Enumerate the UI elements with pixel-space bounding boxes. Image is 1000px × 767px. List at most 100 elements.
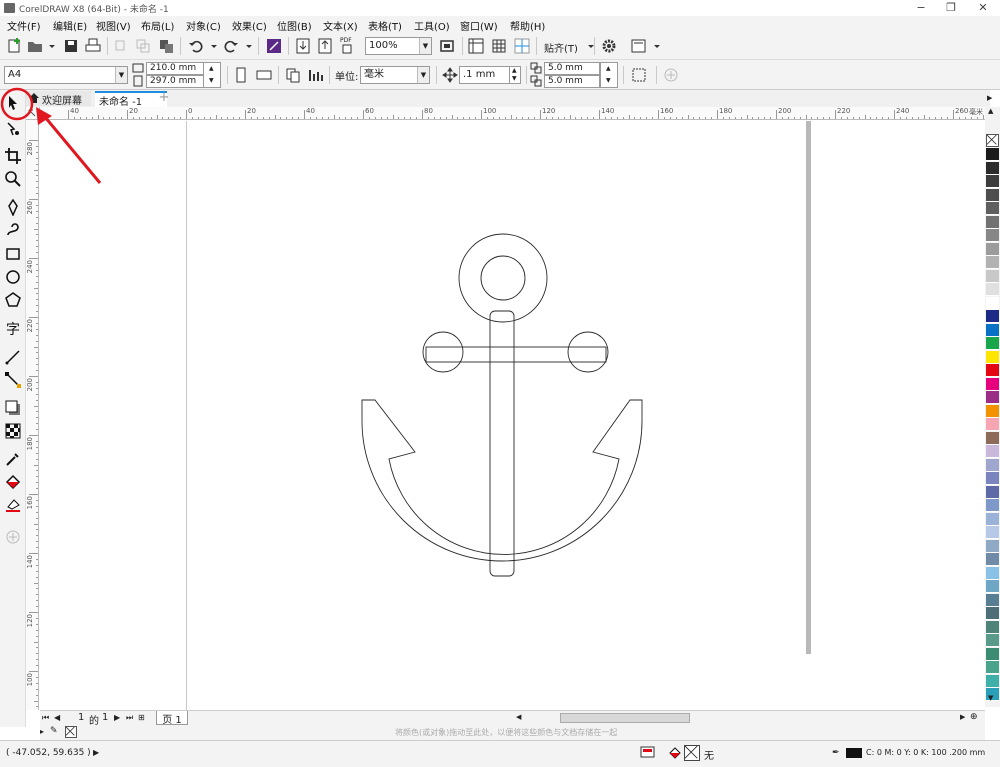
menu-window[interactable]: 窗口(W) xyxy=(460,18,498,33)
drawing-canvas[interactable] xyxy=(40,121,985,711)
last-page-icon[interactable]: ⏭ xyxy=(126,713,133,723)
smart-fill-tool-icon[interactable] xyxy=(4,496,22,514)
duplicate-stepper[interactable]: ▲ ▼ xyxy=(600,62,618,88)
color-swatch[interactable] xyxy=(986,458,999,472)
units-select[interactable]: 毫米 ▼ xyxy=(360,66,430,84)
color-swatch[interactable] xyxy=(986,566,999,580)
minimize-button[interactable]: − xyxy=(910,0,932,16)
text-tool-icon[interactable]: 字 xyxy=(4,319,22,338)
options-gear-icon[interactable] xyxy=(600,37,618,55)
landscape-icon[interactable] xyxy=(255,66,273,84)
color-swatch[interactable] xyxy=(986,472,999,485)
menu-tools[interactable]: 工具(O) xyxy=(414,18,450,33)
vertical-ruler[interactable]: 280 260 240 220 200 180 160 140 120 100 xyxy=(26,120,39,710)
color-swatch[interactable] xyxy=(986,418,999,431)
color-swatch[interactable] xyxy=(986,499,999,512)
full-screen-preview-icon[interactable] xyxy=(438,37,456,55)
color-swatch[interactable] xyxy=(986,593,999,607)
anchor-drawing[interactable] xyxy=(40,121,985,711)
scroll-right-icon[interactable]: ▶ xyxy=(960,713,965,721)
undo-dropdown-icon[interactable] xyxy=(205,37,217,55)
menu-view[interactable]: 视图(V) xyxy=(96,18,131,33)
color-swatch[interactable] xyxy=(986,620,999,634)
parallel-dimension-tool-icon[interactable] xyxy=(4,348,22,366)
color-swatch[interactable] xyxy=(986,607,999,620)
menu-object[interactable]: 对象(C) xyxy=(186,18,221,33)
horizontal-scrollbar-thumb[interactable] xyxy=(560,713,690,723)
color-swatch[interactable] xyxy=(986,337,999,350)
color-swatch[interactable] xyxy=(986,283,999,296)
rectangle-tool-icon[interactable] xyxy=(4,245,22,263)
undo-icon[interactable] xyxy=(187,37,205,55)
eyedropper-small-icon[interactable]: ✎ xyxy=(50,726,58,736)
duplicate-x-input[interactable]: 5.0 mm xyxy=(544,62,600,75)
paper-size-select[interactable]: A4 ▼ xyxy=(4,66,128,84)
all-pages-icon[interactable] xyxy=(284,66,302,84)
treat-as-filled-icon[interactable] xyxy=(630,66,648,84)
color-swatch[interactable] xyxy=(986,229,999,242)
menu-help[interactable]: 帮助(H) xyxy=(510,18,545,33)
color-swatch[interactable] xyxy=(986,404,999,418)
color-swatch[interactable] xyxy=(986,175,999,188)
color-swatch[interactable] xyxy=(986,215,999,229)
redo-icon[interactable] xyxy=(222,37,240,55)
color-swatch[interactable] xyxy=(986,296,999,310)
open-icon[interactable] xyxy=(26,37,44,55)
scroll-left-icon[interactable]: ◀ xyxy=(516,713,521,721)
size-stepper[interactable]: ▲ ▼ xyxy=(203,62,221,88)
color-swatch[interactable] xyxy=(986,485,999,499)
close-button[interactable]: ✕ xyxy=(972,0,994,16)
snap-to-menu[interactable]: 贴齐(T) xyxy=(544,40,578,55)
color-swatch[interactable] xyxy=(986,148,999,161)
interactive-fill-tool-icon[interactable] xyxy=(4,473,22,491)
color-swatch[interactable] xyxy=(986,256,999,269)
copy-icon[interactable] xyxy=(134,37,152,55)
color-swatch[interactable] xyxy=(986,391,999,404)
cut-icon[interactable] xyxy=(112,37,130,55)
page-1-tab[interactable]: 页 1 xyxy=(156,711,188,726)
color-swatch[interactable] xyxy=(986,202,999,215)
show-guidelines-icon[interactable] xyxy=(513,37,531,55)
color-swatch[interactable] xyxy=(986,242,999,256)
menu-file[interactable]: 文件(F) xyxy=(7,18,41,33)
search-content-icon[interactable] xyxy=(265,37,283,55)
status-expand-icon[interactable]: ▶ xyxy=(93,748,99,757)
launcher-dropdown-icon[interactable] xyxy=(648,37,660,55)
color-swatch[interactable] xyxy=(986,526,999,539)
outline-color-swatch[interactable] xyxy=(846,748,862,758)
zoom-level-select[interactable]: 100% ▼ xyxy=(365,37,432,55)
color-swatch[interactable] xyxy=(986,350,999,364)
menu-layout[interactable]: 布局(L) xyxy=(141,18,174,33)
color-swatch[interactable] xyxy=(986,512,999,526)
color-swatch[interactable] xyxy=(986,647,999,661)
color-swatch[interactable] xyxy=(986,539,999,553)
drop-shadow-tool-icon[interactable] xyxy=(4,399,22,417)
color-swatch[interactable] xyxy=(986,161,999,175)
color-swatch[interactable] xyxy=(986,310,999,323)
save-icon[interactable] xyxy=(62,37,80,55)
add-icon[interactable] xyxy=(662,66,680,84)
menu-text[interactable]: 文本(X) xyxy=(323,18,358,33)
color-swatch[interactable] xyxy=(986,431,999,445)
color-swatch[interactable] xyxy=(986,323,999,337)
color-swatch[interactable] xyxy=(986,634,999,647)
new-document-icon[interactable] xyxy=(5,37,23,55)
application-launcher-icon[interactable] xyxy=(630,37,648,55)
publish-pdf-icon[interactable]: PDF xyxy=(338,37,356,55)
portrait-icon[interactable] xyxy=(232,66,250,84)
connector-tool-icon[interactable] xyxy=(4,371,22,389)
ellipse-tool-icon[interactable] xyxy=(4,268,22,286)
nudge-stepper[interactable]: ▲ ▼ xyxy=(509,66,521,84)
artistic-media-tool-icon[interactable] xyxy=(4,221,22,239)
color-swatch[interactable] xyxy=(986,661,999,674)
color-swatch[interactable] xyxy=(986,553,999,566)
document-color-settings-icon[interactable] xyxy=(640,746,656,760)
palette-scroll-up-icon[interactable]: ▲ xyxy=(988,107,993,115)
zoom-fit-icon[interactable]: ⊕ xyxy=(970,712,978,722)
color-swatch[interactable] xyxy=(986,580,999,593)
no-color-swatch-doc[interactable] xyxy=(65,726,77,738)
menu-table[interactable]: 表格(T) xyxy=(368,18,402,33)
prev-page-icon[interactable]: ◀ xyxy=(54,713,60,722)
eyedropper-tool-icon[interactable] xyxy=(4,450,22,468)
menu-bitmaps[interactable]: 位图(B) xyxy=(277,18,312,33)
